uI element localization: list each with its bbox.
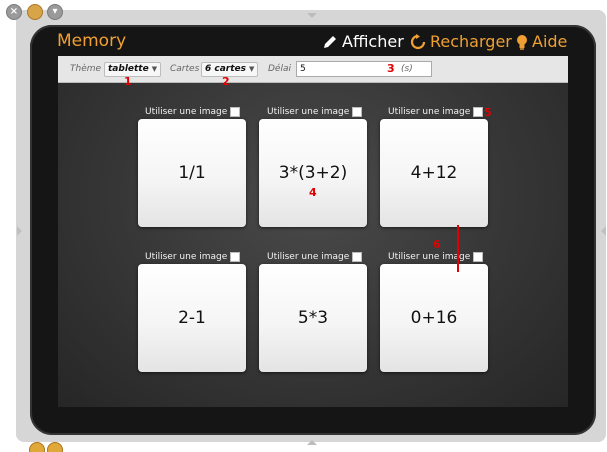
card-expression: 1/1 xyxy=(178,163,206,183)
annotation-2: 2 xyxy=(222,75,230,88)
chevron-down-icon: ▼ xyxy=(249,65,255,73)
delay-label: Délai xyxy=(268,64,291,74)
cards-label: Cartes xyxy=(170,64,200,74)
use-image-option-3[interactable]: Utiliser une image xyxy=(388,106,484,118)
settings-toolbar: Thème tablette ▼ Cartes 6 cartes ▼ Délai 5… xyxy=(58,56,568,83)
use-image-label: Utiliser une image xyxy=(267,107,350,117)
duplicate-icon[interactable] xyxy=(27,4,43,20)
annotation-line xyxy=(457,225,459,272)
pencil-icon xyxy=(324,35,336,48)
afficher-label: Afficher xyxy=(342,32,404,51)
use-image-checkbox[interactable] xyxy=(352,252,363,262)
use-image-checkbox[interactable] xyxy=(473,252,484,262)
memory-app-window: × ▾ Memory Afficher Recharger Aide Thème… xyxy=(0,0,607,452)
memory-card-3[interactable]: 4+12 xyxy=(380,119,488,227)
aide-button[interactable]: Aide xyxy=(516,32,567,51)
resize-handle-bottom-icon[interactable] xyxy=(307,440,317,445)
use-image-checkbox[interactable] xyxy=(230,107,241,117)
theme-value: tablette xyxy=(108,64,149,74)
card-expression: 2-1 xyxy=(178,308,206,328)
resize-handle-left-icon[interactable] xyxy=(17,226,22,236)
recharger-label: Recharger xyxy=(430,32,512,51)
use-image-option-1[interactable]: Utiliser une image xyxy=(145,106,241,118)
annotation-4: 4 xyxy=(309,186,317,199)
use-image-label: Utiliser une image xyxy=(388,107,471,117)
recharger-button[interactable]: Recharger xyxy=(410,32,512,51)
use-image-option-5[interactable]: Utiliser une image xyxy=(267,251,363,263)
annotation-6: 6 xyxy=(433,238,441,251)
collapse-icon[interactable]: ▾ xyxy=(47,4,63,20)
memory-card-1[interactable]: 1/1 xyxy=(138,119,246,227)
resize-handle-top-icon[interactable] xyxy=(307,13,317,18)
card-expression: 3*(3+2) xyxy=(278,163,348,183)
annotation-1: 1 xyxy=(124,75,132,88)
memory-card-6[interactable]: 0+16 xyxy=(380,264,488,372)
use-image-option-6[interactable]: Utiliser une image xyxy=(388,251,484,263)
use-image-label: Utiliser une image xyxy=(267,252,350,262)
close-icon[interactable]: × xyxy=(6,4,22,20)
chevron-down-icon: ▼ xyxy=(151,65,158,73)
use-image-option-4[interactable]: Utiliser une image xyxy=(145,251,241,263)
cards-value: 6 cartes xyxy=(205,64,247,74)
use-image-checkbox[interactable] xyxy=(230,252,241,262)
use-image-checkbox[interactable] xyxy=(352,107,363,117)
use-image-label: Utiliser une image xyxy=(145,252,228,262)
delay-unit: (s) xyxy=(401,64,413,74)
lightbulb-icon xyxy=(517,34,527,50)
app-title: Memory xyxy=(57,31,127,51)
afficher-button[interactable]: Afficher xyxy=(322,32,404,51)
annotation-5: 5 xyxy=(484,106,492,119)
use-image-label: Utiliser une image xyxy=(145,107,228,117)
annotation-3: 3 xyxy=(387,62,395,75)
memory-card-5[interactable]: 5*3 xyxy=(259,264,367,372)
resize-handle-right-icon[interactable] xyxy=(601,226,606,236)
reload-icon xyxy=(410,33,426,49)
cards-select[interactable]: 6 cartes ▼ xyxy=(201,62,259,77)
card-expression: 4+12 xyxy=(410,163,458,183)
aide-label: Aide xyxy=(532,32,568,51)
theme-select[interactable]: tablette ▼ xyxy=(104,62,162,77)
bottom-handle-2-icon[interactable] xyxy=(47,442,63,452)
use-image-checkbox[interactable] xyxy=(473,107,484,117)
card-expression: 0+16 xyxy=(410,308,458,328)
memory-card-2[interactable]: 3*(3+2) xyxy=(259,119,367,227)
use-image-option-2[interactable]: Utiliser une image xyxy=(267,106,363,118)
card-expression: 5*3 xyxy=(297,308,329,328)
theme-label: Thème xyxy=(70,64,102,74)
bottom-handle-1-icon[interactable] xyxy=(29,442,45,452)
memory-card-4[interactable]: 2-1 xyxy=(138,264,246,372)
